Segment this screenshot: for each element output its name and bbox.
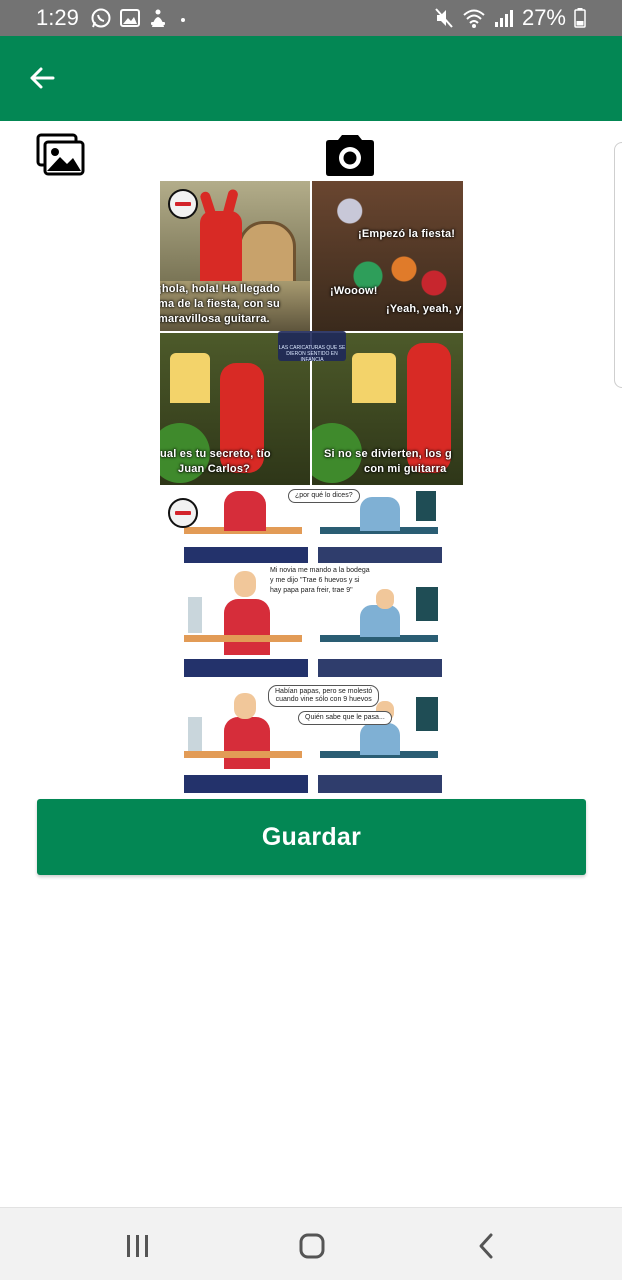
meme-caption: ¡hola, hola! Ha llegado (160, 283, 280, 295)
speech-bubble: Habían papas, pero se molestó cuando vin… (268, 685, 380, 707)
comic-row: ¿por qué lo dices? (184, 487, 442, 565)
speech-bubble-line: Habían papas, pero se molestó (275, 688, 373, 695)
status-bar: 1:29 27% (0, 0, 622, 36)
home-icon[interactable] (298, 1232, 326, 1260)
meme-caption: Juan Carlos? (178, 463, 251, 475)
back-button[interactable] (24, 60, 60, 96)
speech-bubble: y me dijo "Trae 6 huevos y si (270, 577, 360, 584)
comic-row: Habían papas, pero se molestó cuando vin… (184, 685, 442, 795)
image-item: ¿por qué lo dices? Mi novia me mando a l… (160, 487, 463, 795)
meme-caption: con mi guitarra (364, 463, 447, 475)
meme-watermark: LAS CARICATURAS QUE SE DIERON SENTIDO EN… (278, 331, 346, 363)
camera-button[interactable] (324, 133, 376, 177)
comic-row: Mi novia me mando a la bodega y me dijo … (184, 567, 442, 681)
meme-caption: Si no se divierten, los g (324, 448, 452, 460)
remove-image-icon[interactable] (168, 498, 198, 528)
speech-bubble: Mi novia me mando a la bodega (270, 567, 370, 574)
selected-images: ¡hola, hola! Ha llegado ma de la fiesta,… (160, 181, 463, 795)
recents-icon[interactable] (124, 1234, 152, 1258)
back-icon[interactable] (476, 1232, 496, 1260)
mute-icon (435, 8, 453, 28)
edge-panel-handle[interactable] (614, 142, 622, 388)
meme-panel: ¡Empezó la fiesta! ¡Wooow! ¡Yeah, yeah, … (312, 181, 463, 331)
battery-percentage: 27% (521, 5, 566, 30)
whatsapp-icon (91, 8, 111, 28)
gallery-notification-icon (120, 9, 140, 27)
camera-icon (326, 135, 374, 176)
battery-icon (574, 8, 586, 28)
wifi-icon (463, 9, 485, 28)
speech-bubble: hay papa para freir, trae 9" (270, 587, 353, 594)
speech-bubble: Quién sabe que le pasa... (298, 711, 392, 725)
dot-icon (181, 18, 185, 22)
save-button[interactable]: Guardar (37, 799, 586, 875)
meme-caption: ¡Yeah, yeah, y (386, 303, 462, 315)
gallery-icon (36, 133, 85, 176)
image-item: ¡hola, hola! Ha llegado ma de la fiesta,… (160, 181, 463, 485)
arrow-left-icon (30, 67, 55, 89)
meme-caption: ¡Empezó la fiesta! (358, 228, 456, 240)
app-bar (0, 36, 622, 121)
gallery-button[interactable] (36, 133, 86, 177)
speech-bubble-line: cuando vine sólo con 9 huevos (275, 696, 372, 703)
system-icons: 27% (434, 5, 586, 31)
notification-icons (90, 7, 190, 29)
status-time: 1:29 (36, 5, 79, 30)
meme-caption: ¡Wooow! (330, 285, 378, 297)
accessibility-icon (151, 9, 165, 27)
meme-caption: ma de la fiesta, con su (160, 298, 280, 310)
speech-bubble: ¿por qué lo dices? (288, 489, 360, 503)
meme-caption: ual es tu secreto, tío (160, 448, 271, 460)
meme-caption: maravillosa guitarra. (160, 313, 270, 325)
navigation-bar (0, 1207, 622, 1280)
signal-icon (494, 10, 513, 27)
remove-image-icon[interactable] (168, 189, 198, 219)
